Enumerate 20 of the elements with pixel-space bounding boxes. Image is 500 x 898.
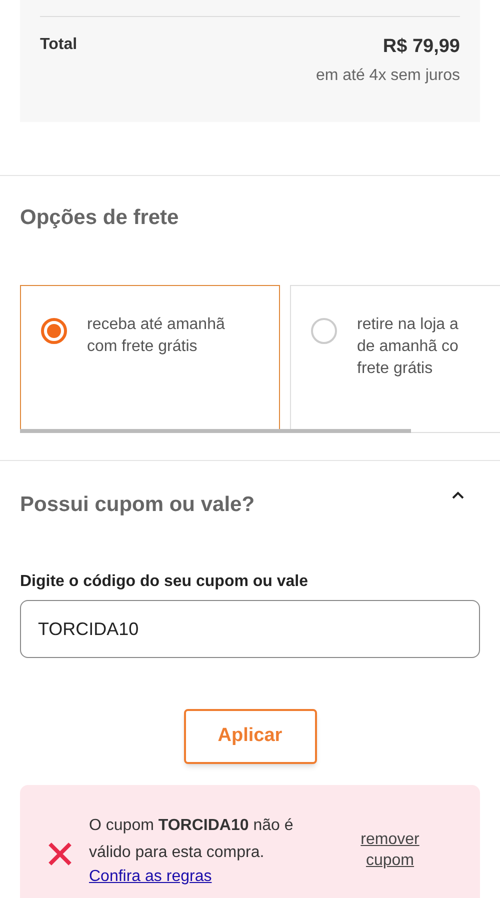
option-text: retire na loja a [357, 314, 458, 334]
radio-icon [311, 318, 337, 344]
field-label: Digite o código do seu cupom ou vale [20, 572, 308, 592]
total-value: R$ 79,99 [382, 35, 460, 59]
scrollbar[interactable] [20, 428, 411, 432]
total-label: Total [40, 35, 78, 55]
option-text: frete grátis [357, 358, 433, 378]
radio-selected-icon [41, 318, 67, 344]
section-title: Possui cupom ou vale? [20, 492, 255, 518]
option-text: receba até amanhã [87, 314, 225, 334]
option-text: com frete grátis [87, 336, 198, 356]
installments-text: em até 4x sem juros [316, 66, 460, 86]
rules-link[interactable]: Confira as regras [89, 866, 212, 888]
section-title: Opções de frete [20, 205, 179, 231]
error-message: O cupom TORCIDA10 não é válido para esta compra. [89, 816, 294, 863]
coupon-field[interactable]: TORCIDA10 [20, 600, 480, 658]
option-text: de amanhã co [357, 336, 458, 356]
remove-coupon-link[interactable]: remover cupom [355, 829, 425, 871]
error-x-icon [47, 841, 73, 867]
chevron-up-icon[interactable] [452, 490, 464, 498]
